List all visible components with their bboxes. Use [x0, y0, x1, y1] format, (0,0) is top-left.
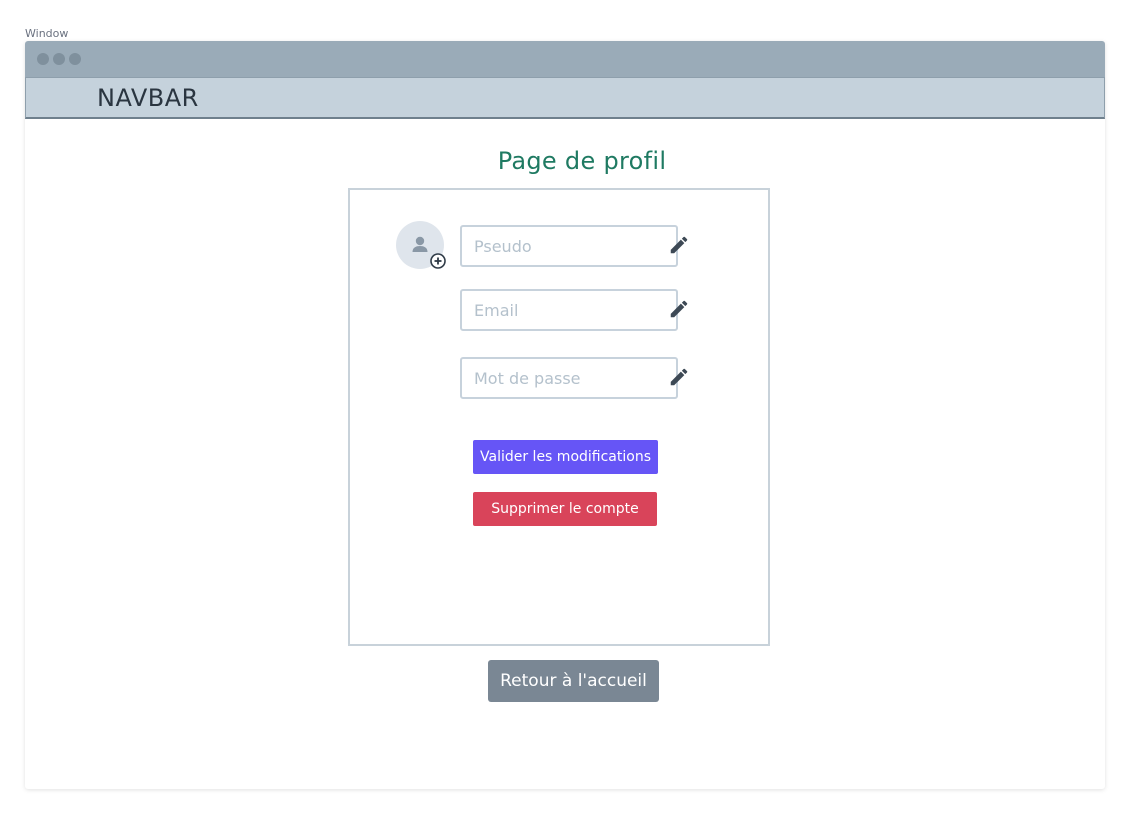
back-home-button[interactable]: Retour à l'accueil — [488, 660, 659, 702]
window-titlebar[interactable] — [25, 41, 1105, 77]
window-label: Window — [25, 27, 69, 40]
validate-changes-button[interactable]: Valider les modifications — [473, 440, 658, 474]
window-control-dot[interactable] — [37, 53, 49, 65]
page-title: Page de profil — [497, 147, 667, 175]
pencil-icon[interactable] — [668, 366, 690, 388]
navbar-title[interactable]: NAVBAR — [97, 84, 199, 112]
window-control-dot[interactable] — [53, 53, 65, 65]
add-photo-icon — [430, 253, 446, 269]
password-input[interactable] — [460, 357, 678, 399]
pencil-icon[interactable] — [668, 234, 690, 256]
email-input[interactable] — [460, 289, 678, 331]
app-window: NAVBAR Page de profil Valider les — [25, 41, 1105, 789]
pseudo-input[interactable] — [460, 225, 678, 267]
avatar-upload[interactable] — [396, 221, 446, 269]
profile-card: Valider les modifications Supprimer le c… — [348, 188, 770, 646]
delete-account-button[interactable]: Supprimer le compte — [473, 492, 657, 526]
window-control-dot[interactable] — [69, 53, 81, 65]
pencil-icon[interactable] — [668, 298, 690, 320]
navbar: NAVBAR — [25, 77, 1105, 119]
